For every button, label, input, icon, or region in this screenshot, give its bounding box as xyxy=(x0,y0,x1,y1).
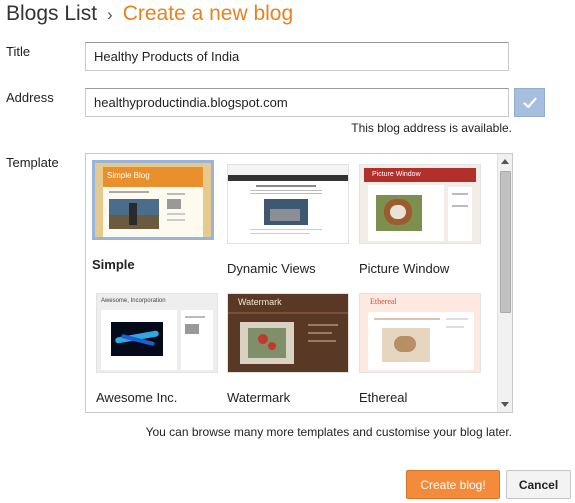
template-gallery[interactable]: Simple Blog Simple Dynamic Views Picture… xyxy=(85,153,513,413)
template-dynamic-views[interactable]: Dynamic Views xyxy=(227,164,349,276)
create-blog-button[interactable]: Create blog! xyxy=(406,470,500,499)
thumb-watermark-title: Watermark xyxy=(238,297,282,307)
address-status: This blog address is available. xyxy=(351,121,512,135)
scroll-up-arrow-icon[interactable] xyxy=(501,159,509,164)
template-awesome-inc-thumbnail: Awesome, Incorporation xyxy=(96,293,218,373)
templates-footer-note: You can browse many more templates and c… xyxy=(145,425,512,439)
template-watermark-thumbnail: Watermark xyxy=(227,293,349,373)
template-scrollbar[interactable] xyxy=(497,154,512,412)
page-header: Blogs List › Create a new blog xyxy=(6,2,293,30)
address-check-button[interactable] xyxy=(514,88,545,117)
title-label: Title xyxy=(6,44,31,59)
template-simple[interactable]: Simple Blog Simple xyxy=(92,160,214,272)
template-simple-thumbnail: Simple Blog xyxy=(92,160,214,240)
template-name: Dynamic Views xyxy=(227,261,316,276)
scroll-down-arrow-icon[interactable] xyxy=(501,402,509,407)
title-input[interactable] xyxy=(85,42,509,71)
template-awesome-inc[interactable]: Awesome, Incorporation Awesome Inc. xyxy=(96,293,218,405)
breadcrumb-blogs-list[interactable]: Blogs List xyxy=(6,2,97,26)
template-name: Ethereal xyxy=(359,390,408,405)
template-name: Picture Window xyxy=(359,261,450,276)
template-picture-window[interactable]: Picture Window Picture Window xyxy=(359,164,481,276)
template-ethereal[interactable]: Ethereal Ethereal xyxy=(359,293,481,405)
thumb-awesome-title: Awesome, Incorporation xyxy=(101,298,166,304)
template-picture-window-thumbnail: Picture Window xyxy=(359,164,481,244)
thumb-ethereal-title: Ethereal xyxy=(370,297,397,306)
template-dynamic-views-thumbnail xyxy=(227,164,349,244)
checkmark-icon xyxy=(522,97,537,108)
thumb-simple-title: Simple Blog xyxy=(107,171,150,180)
thumb-picture-window-title: Picture Window xyxy=(372,171,421,178)
address-input[interactable] xyxy=(85,88,509,117)
template-name: Awesome Inc. xyxy=(96,390,178,405)
template-label: Template xyxy=(6,155,59,170)
scrollbar-thumb[interactable] xyxy=(500,171,511,313)
cancel-button[interactable]: Cancel xyxy=(506,470,571,499)
template-ethereal-thumbnail: Ethereal xyxy=(359,293,481,373)
template-watermark[interactable]: Watermark Watermark xyxy=(227,293,349,405)
breadcrumb-separator: › xyxy=(107,5,113,24)
template-name: Watermark xyxy=(227,390,291,405)
address-label: Address xyxy=(6,90,54,105)
page-title: Create a new blog xyxy=(122,2,294,25)
template-name: Simple xyxy=(92,257,135,272)
